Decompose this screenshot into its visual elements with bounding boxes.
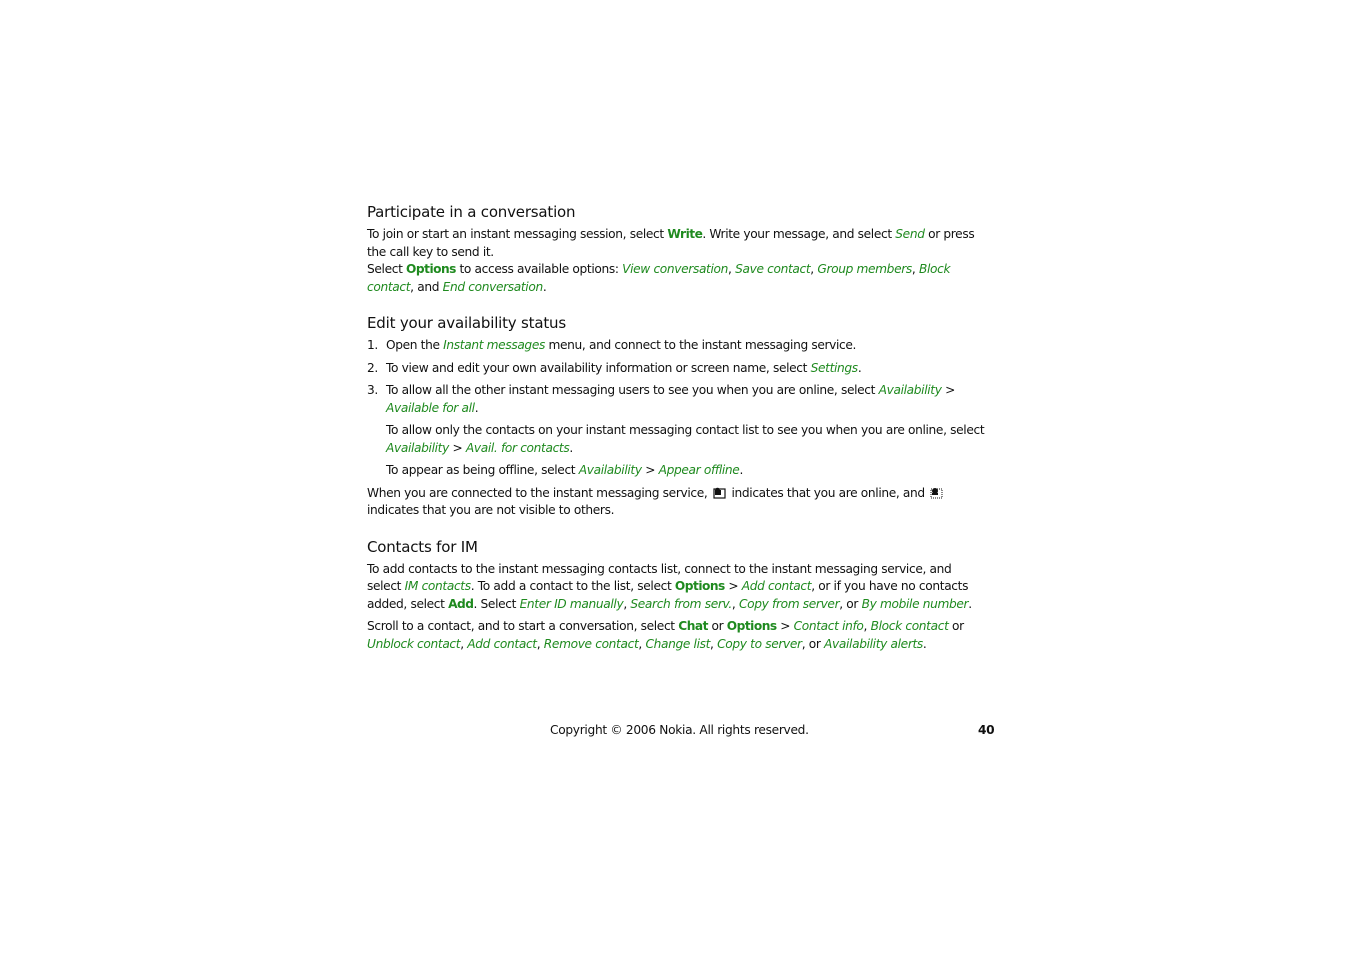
section-availability: Edit your availability status 1. Open the… [367,313,987,520]
text: To join or start an instant messaging se… [367,227,668,241]
document-page: Participate in a conversation To join or… [367,202,987,670]
text: . Select [473,596,520,611]
text: . [922,636,927,651]
paragraph: To add contacts to the instant messaging… [367,561,987,614]
menu-option: Add contact [741,579,812,593]
section-heading: Edit your availability status [367,314,566,332]
list-item: 2. To view and edit your own availability… [367,360,987,378]
text: . [474,400,479,415]
paragraph: Select Options to access available optio… [367,261,987,296]
text: indicates that you are not visible to ot… [367,503,615,517]
paragraph: Scroll to a contact, and to start a conv… [367,618,987,653]
paragraph: When you are connected to the instant me… [367,485,987,520]
add-command: Add [448,596,474,611]
menu-option: Block contact [870,619,949,633]
copyright-notice: Copyright © 2006 Nokia. All rights reser… [550,723,809,737]
paragraph: To join or start an instant messaging se… [367,226,987,261]
menu-option: By mobile number [861,596,969,611]
text: To view and edit your own availability i… [386,360,811,375]
options-command: Options [726,619,777,633]
text: > [641,463,659,477]
invisible-status-icon [930,487,943,499]
menu-option: Copy to server [717,636,802,651]
menu-option: IM contacts [404,579,471,593]
menu-option: Settings [810,360,859,375]
section-heading: Participate in a conversation [367,203,576,221]
text: or [707,619,727,633]
menu-option: End conversation [442,279,544,294]
text: To appear as being offline, select [386,463,579,477]
text: , [731,596,739,611]
menu-option: Change list [645,636,711,651]
menu-option: Appear offline [658,463,740,477]
menu-option: Add contact [467,636,537,651]
text: > [724,579,742,593]
menu-option: Enter ID manually [519,596,624,611]
section-heading: Contacts for IM [367,537,478,556]
options-command: Options [406,262,456,276]
text: Scroll to a contact, and to start a conv… [367,619,679,633]
text: . [968,596,972,611]
text: . [542,279,547,294]
list-item: 3. To allow all the other instant messagi… [367,382,987,417]
section-participate: Participate in a conversation To join or… [367,202,987,296]
text: . Write your message, and select [702,227,896,241]
menu-option: Available for all [386,400,475,415]
section-contacts: Contacts for IM To add contacts to the i… [367,537,987,654]
menu-option: Availability [386,440,449,455]
text: , or [839,596,862,611]
text: Open the [386,338,444,352]
text: . [569,440,573,455]
text: . [857,360,862,375]
menu-option: Search from serv. [630,596,732,611]
page-number: 40 [978,723,995,737]
menu-option: Unblock contact [367,636,461,651]
steps-list: 1. Open the Instant messages menu, and co… [367,337,987,417]
text: indicates that you are online, and [731,485,925,500]
text: , and [410,279,443,294]
text: To allow only the contacts on your insta… [386,423,985,437]
menu-option: Instant messages [443,338,545,352]
menu-option: Avail. for contacts [465,440,570,455]
options-command: Options [674,579,725,593]
text: , [863,619,871,633]
list-item: 1. Open the Instant messages menu, and co… [367,337,987,355]
menu-option: Copy from server [738,596,840,611]
menu-option: Contact info [793,619,864,633]
step-number: 3. [367,383,378,397]
text: To allow all the other instant messaging… [386,383,879,397]
text: , or [801,636,825,651]
send-option: Send [895,227,925,241]
text: menu, and connect to the instant messagi… [544,338,857,352]
text: . [739,463,743,477]
text: to access available options: [455,262,623,276]
menu-option: Group members [817,262,912,276]
paragraph: To appear as being offline, select Avail… [367,462,987,480]
chat-command: Chat [678,619,708,633]
text: or [948,619,964,633]
write-command: Write [667,227,703,241]
text: , [536,636,544,651]
text: Select [367,262,407,276]
menu-option: Availability [878,383,942,397]
menu-option: Availability [578,463,642,477]
text: , [911,262,919,276]
menu-option: Save contact [735,262,811,276]
paragraph: To allow only the contacts on your insta… [367,422,987,457]
text: . To add a contact to the list, select [470,579,675,593]
step-number: 2. [367,360,378,375]
text: > [941,383,955,397]
text: > [448,440,466,455]
text: > [776,619,794,633]
online-status-icon [713,487,726,499]
step-number: 1. [367,338,378,352]
text: When you are connected to the instant me… [367,485,708,500]
menu-option: View conversation [622,262,729,276]
menu-option: Remove contact [543,636,639,651]
menu-option: Availability alerts [824,636,923,651]
